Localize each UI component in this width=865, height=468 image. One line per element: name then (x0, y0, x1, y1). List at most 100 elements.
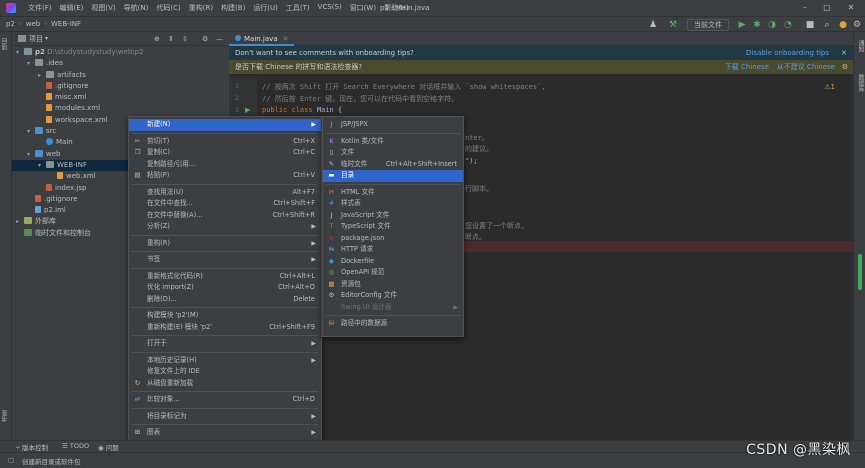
submenu-item[interactable]: n package.json (323, 233, 463, 245)
breadcrumb-p2[interactable]: p2 (0, 20, 18, 28)
menu-0[interactable]: 文件(F) (24, 3, 56, 13)
submenu-item[interactable]: K Kotlin 类/文件 (323, 136, 463, 148)
expand-all-icon[interactable]: ⇕ (168, 35, 174, 43)
expand-arrow-icon[interactable]: ▾ (27, 149, 35, 160)
context_menu-item[interactable]: ▤ 粘贴(P) Ctrl+V (129, 170, 321, 182)
context_menu-item[interactable]: 新建(N) ▶ (129, 119, 321, 131)
project-tool-tab[interactable]: 项目 (1, 38, 10, 50)
context_menu-item[interactable]: 复制路径/引用... (129, 159, 321, 171)
context_menu-item[interactable]: 删除(D)... Delete (129, 294, 321, 306)
maximize-icon[interactable]: ▢ (822, 3, 832, 13)
context_menu-item[interactable]: 书签 ▶ (129, 254, 321, 266)
submenu-item[interactable]: Swing UI 设计器 ▶ (323, 302, 463, 314)
expand-arrow-icon[interactable]: ▾ (16, 47, 24, 58)
context_menu-item[interactable]: 构建模块 'p2'(M) (129, 310, 321, 322)
context_menu-item[interactable]: 重新构建(E) 模块 'p2' Ctrl+Shift+F9 (129, 322, 321, 334)
database-tool-tab[interactable]: 数据库 (856, 74, 865, 92)
code-line[interactable]: // 然后按 Enter 键。现在，您可以在代码中看到空格字符。 (262, 94, 458, 104)
debug-icon[interactable]: ✱ (752, 20, 762, 30)
tree-item[interactable]: ▾ .idea (12, 58, 229, 69)
close-tab-icon[interactable]: ✕ (283, 35, 289, 43)
tree-item[interactable]: modules.xml (12, 103, 229, 114)
context_menu-item[interactable]: 在文件中替换(A)... Ctrl+Shift+R (129, 210, 321, 222)
context_menu-item[interactable]: 在文件中查找... Ctrl+Shift+F (129, 198, 321, 210)
context_menu-item[interactable]: 本地历史记录(H) ▶ (129, 355, 321, 367)
tab-main-java[interactable]: Main.java ✕ (229, 32, 295, 46)
menu-5[interactable]: 重构(R) (185, 3, 217, 13)
tree-item[interactable]: ▸ artifacts (12, 70, 229, 81)
menu-1[interactable]: 编辑(E) (56, 3, 88, 13)
collapse-all-icon[interactable]: ⇳ (182, 35, 188, 43)
todo-tool-tab[interactable]: ☰ TODO (62, 442, 89, 450)
run-gutter-icon[interactable]: ▶ (245, 106, 250, 114)
context_menu-item[interactable]: 查找用法(U) Alt+F7 (129, 187, 321, 199)
expand-arrow-icon[interactable]: ▸ (16, 216, 24, 227)
submenu-item[interactable]: J JSP/JSPX (323, 119, 463, 131)
project-panel-title[interactable]: 项目 (29, 34, 43, 44)
search-icon[interactable]: ⌕ (822, 20, 832, 30)
tree-item[interactable]: ▾ p2 D:\studystudystudy\web\p2 (12, 47, 229, 58)
bookmarks-tool-tab[interactable]: 书签 (1, 410, 10, 422)
context_menu-item[interactable]: 优化 import(Z) Ctrl+Alt+O (129, 282, 321, 294)
context_menu-item[interactable]: ↻ 从磁盘重新加载 (129, 378, 321, 390)
submenu-item[interactable]: # 样式表 (323, 198, 463, 210)
context_menu-item[interactable]: ❐ 复制(C) Ctrl+C (129, 147, 321, 159)
context_menu-item[interactable]: 修复文件上的 IDE (129, 366, 321, 378)
minimize-icon[interactable]: – (800, 3, 810, 13)
context_menu-item[interactable]: 分析(Z) ▶ (129, 221, 321, 233)
context_menu-item[interactable]: 重新格式化代码(R) Ctrl+Alt+L (129, 271, 321, 283)
tree-item[interactable]: misc.xml (12, 92, 229, 103)
expand-arrow-icon[interactable]: ▾ (27, 58, 35, 69)
context_menu-item[interactable]: ✂ 剪切(T) Ctrl+X (129, 136, 321, 148)
submenu-item[interactable]: ◆ Dockerfile (323, 256, 463, 268)
notifications-tool-tab[interactable]: 通知 (856, 40, 865, 52)
menu-9[interactable]: VCS(S) (314, 3, 346, 13)
code-line[interactable]: // 按两次 Shift 打开 Search Everywhere 对话框并输入… (262, 82, 546, 92)
submenu-item[interactable]: J JavaScript 文件 (323, 210, 463, 222)
close-window-icon[interactable]: ✕ (846, 3, 856, 13)
settings-gear-icon[interactable]: ⚙ (852, 20, 862, 30)
banner-settings-icon[interactable]: ⚙ (842, 63, 848, 71)
submenu-item[interactable]: ✎ 临时文件 Ctrl+Alt+Shift+Insert (323, 159, 463, 171)
close-banner-icon[interactable]: ✕ (841, 49, 847, 57)
context_menu-item[interactable]: 将目录标记为 ▶ (129, 411, 321, 423)
context_menu-item[interactable]: ⊞ 图表 ▶ (129, 427, 321, 439)
breadcrumb-web-inf[interactable]: WEB-INF (48, 20, 84, 28)
menu-10[interactable]: 窗口(W) (346, 3, 380, 13)
stop-icon[interactable]: ■ (805, 20, 815, 30)
code-line[interactable]: public class Main { (262, 106, 342, 114)
run-config-select[interactable]: 当前文件 (687, 19, 729, 31)
locate-icon[interactable]: ⊕ (154, 35, 160, 43)
submenu-item[interactable]: ▦ 资源包 (323, 279, 463, 291)
context_menu-item[interactable]: 打开于 ▶ (129, 338, 321, 350)
context_menu-item[interactable]: 重构(R) ▶ (129, 238, 321, 250)
inspection-warning-badge[interactable]: ⚠1 (824, 83, 835, 91)
menu-7[interactable]: 运行(U) (249, 3, 282, 13)
disable-onboarding-link[interactable]: Disable onboarding tips (746, 49, 829, 57)
menu-3[interactable]: 导航(N) (120, 3, 153, 13)
submenu-item[interactable]: ◎ OpenAPI 规范 (323, 267, 463, 279)
run-icon[interactable]: ▶ (737, 20, 747, 30)
updates-icon[interactable]: ● (838, 20, 848, 30)
submenu-item[interactable]: ▯ 文件 (323, 147, 463, 159)
problems-tool-tab[interactable]: ◉ 问题 (98, 442, 119, 452)
never-suggest-chinese-link[interactable]: 从不建议 Chinese (777, 62, 835, 72)
submenu-item[interactable]: ⚙ EditorConfig 文件 (323, 290, 463, 302)
breadcrumb-web[interactable]: web (23, 20, 43, 28)
menu-4[interactable]: 代码(C) (152, 3, 184, 13)
menu-2[interactable]: 视图(V) (87, 3, 119, 13)
build-hammer-icon[interactable]: ⚒ (668, 20, 678, 30)
submenu-item[interactable]: H HTML 文件 (323, 187, 463, 199)
scroll-marker[interactable] (858, 254, 862, 290)
expand-arrow-icon[interactable]: ▾ (27, 126, 35, 137)
submenu-item[interactable]: ⇆ HTTP 请求 (323, 244, 463, 256)
user-icon[interactable]: ♟ (648, 20, 658, 30)
expand-arrow-icon[interactable]: ▸ (38, 70, 46, 81)
menu-6[interactable]: 构建(B) (217, 3, 249, 13)
coverage-icon[interactable]: ◑ (767, 20, 777, 30)
menu-8[interactable]: 工具(T) (282, 3, 314, 13)
profile-icon[interactable]: ◔ (783, 20, 793, 30)
options-gear-icon[interactable]: ⚙ (202, 35, 208, 43)
download-chinese-link[interactable]: 下载 Chinese (725, 62, 769, 72)
submenu-item[interactable]: T TypeScript 文件 (323, 221, 463, 233)
